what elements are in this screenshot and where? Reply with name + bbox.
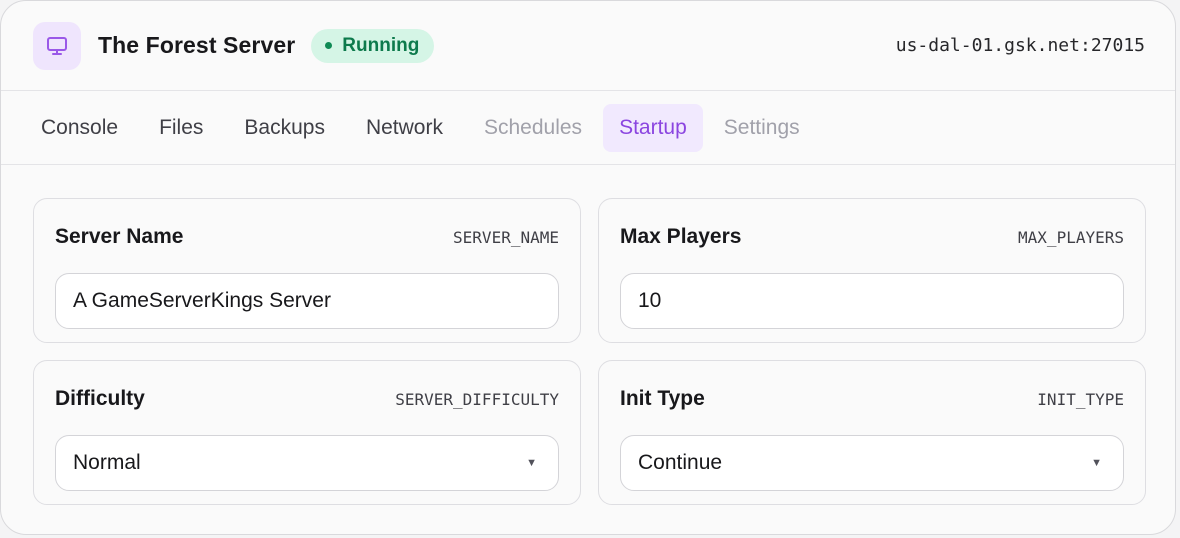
- server-name-field[interactable]: [55, 273, 559, 329]
- variable-env: MAX_PLAYERS: [1018, 227, 1124, 247]
- monitor-icon: [33, 21, 81, 70]
- variable-env: SERVER_DIFFICULTY: [395, 389, 559, 409]
- variable-card-server-name: Server Name SERVER_NAME: [33, 198, 581, 343]
- tab-startup[interactable]: Startup: [603, 103, 703, 152]
- variable-card-max-players: Max Players MAX_PLAYERS: [598, 198, 1146, 343]
- variable-label: Init Type: [620, 387, 705, 410]
- caret-down-icon: ▼: [526, 457, 537, 469]
- max-players-field[interactable]: [620, 273, 1124, 329]
- init-type-selected-value: Continue: [638, 451, 723, 474]
- variable-label: Max Players: [620, 225, 742, 248]
- tab-schedules[interactable]: Schedules: [464, 104, 602, 152]
- variable-env: SERVER_NAME: [453, 227, 559, 247]
- tab-files[interactable]: Files: [139, 104, 223, 152]
- status-badge: Running: [311, 28, 435, 63]
- variable-label: Server Name: [55, 225, 184, 248]
- caret-down-icon: ▼: [1091, 457, 1102, 469]
- init-type-select[interactable]: Continue ▼: [620, 435, 1124, 491]
- startup-variables: Server Name SERVER_NAME Max Players MAX_…: [1, 165, 1175, 505]
- variable-card-init-type: Init Type INIT_TYPE Continue ▼: [598, 360, 1146, 505]
- status-text: Running: [342, 34, 420, 56]
- tab-network[interactable]: Network: [346, 104, 463, 152]
- tab-backups[interactable]: Backups: [224, 104, 345, 152]
- tab-bar: Console Files Backups Network Schedules …: [1, 91, 1175, 165]
- variable-card-difficulty: Difficulty SERVER_DIFFICULTY Normal ▼: [33, 360, 581, 505]
- difficulty-select[interactable]: Normal ▼: [55, 435, 559, 491]
- variable-env: INIT_TYPE: [1037, 389, 1124, 409]
- server-title: The Forest Server: [98, 32, 296, 58]
- server-panel: The Forest Server Running us-dal-01.gsk.…: [0, 0, 1176, 535]
- server-header: The Forest Server Running us-dal-01.gsk.…: [1, 1, 1175, 91]
- tab-console[interactable]: Console: [21, 104, 138, 152]
- max-players-input[interactable]: [638, 289, 1106, 313]
- server-address[interactable]: us-dal-01.gsk.net:27015: [896, 35, 1145, 56]
- status-dot-icon: [325, 42, 333, 49]
- tab-settings[interactable]: Settings: [704, 104, 820, 152]
- difficulty-selected-value: Normal: [73, 451, 141, 474]
- variable-label: Difficulty: [55, 387, 145, 410]
- server-name-input[interactable]: [73, 289, 541, 313]
